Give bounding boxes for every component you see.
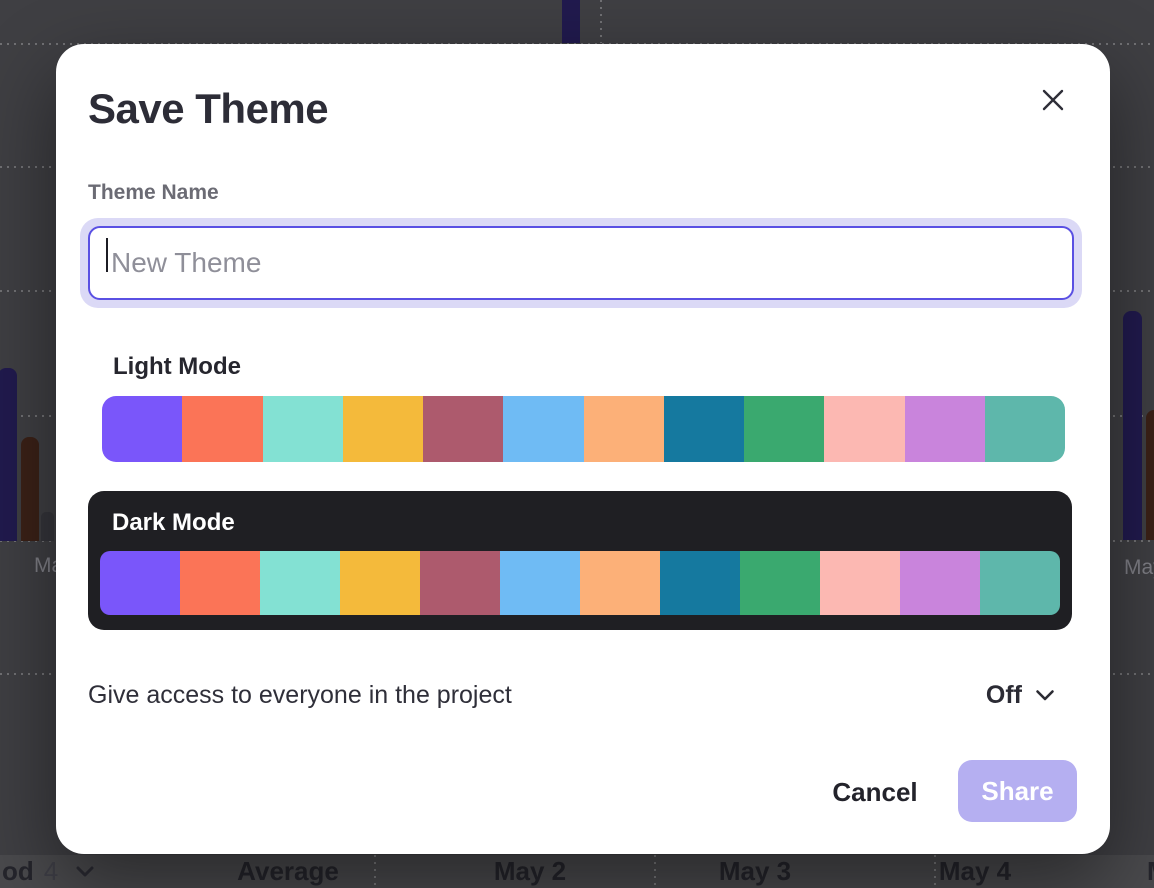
color-swatch (423, 396, 503, 462)
access-value: Off (986, 681, 1022, 710)
column-divider (374, 855, 376, 888)
text-caret (106, 238, 108, 272)
period-label: od (2, 855, 34, 888)
color-swatch (905, 396, 985, 462)
color-swatch (820, 551, 900, 615)
light-mode-palette (102, 396, 1065, 462)
color-swatch (180, 551, 260, 615)
color-swatch (343, 396, 423, 462)
chart-bar (21, 437, 39, 541)
color-swatch (985, 396, 1065, 462)
chart-bar (1123, 311, 1142, 540)
theme-name-label: Theme Name (88, 181, 219, 205)
dark-mode-card: Dark Mode (88, 491, 1072, 630)
color-swatch (500, 551, 580, 615)
column-header-may4: May 4 (939, 855, 1011, 888)
dark-mode-label: Dark Mode (112, 509, 235, 537)
save-theme-dialog: Save Theme Theme Name Light Mode Dark Mo… (56, 44, 1110, 854)
chart-bar (1146, 410, 1154, 540)
column-divider (934, 855, 936, 888)
chart-bar (562, 0, 580, 43)
theme-name-focus-ring (80, 218, 1082, 308)
chart-bar (0, 368, 17, 541)
color-swatch (584, 396, 664, 462)
column-divider (654, 855, 656, 888)
access-label: Give access to everyone in the project (88, 679, 512, 711)
chevron-down-icon (1035, 689, 1055, 702)
color-swatch (503, 396, 583, 462)
color-swatch (263, 396, 343, 462)
column-header-clipped: M (1147, 855, 1154, 888)
color-swatch (100, 551, 180, 615)
color-swatch (580, 551, 660, 615)
column-header-average: Average (237, 855, 339, 888)
color-swatch (744, 396, 824, 462)
close-icon (1041, 88, 1065, 112)
x-axis-label: May (1124, 556, 1154, 580)
dark-mode-palette (100, 551, 1060, 615)
gridline-vertical (600, 0, 602, 43)
color-swatch (664, 396, 744, 462)
cancel-button[interactable]: Cancel (810, 762, 940, 822)
color-swatch (182, 396, 262, 462)
chart-bar (41, 512, 54, 541)
color-swatch (420, 551, 500, 615)
table-footer-strip: od 4 Average May 2 May 3 May 4 M (0, 855, 1154, 888)
screen: May May od 4 Average May 2 May 3 May 4 M (0, 0, 1154, 888)
column-header-may2: May 2 (494, 855, 566, 888)
theme-name-input[interactable] (88, 226, 1074, 300)
color-swatch (740, 551, 820, 615)
color-swatch (340, 551, 420, 615)
column-header-may3: May 3 (719, 855, 791, 888)
period-value: 4 (44, 855, 58, 888)
chevron-down-icon (76, 866, 94, 878)
color-swatch (900, 551, 980, 615)
color-swatch (824, 396, 904, 462)
period-dropdown[interactable]: od 4 (0, 855, 94, 888)
color-swatch (260, 551, 340, 615)
color-swatch (980, 551, 1060, 615)
light-mode-label: Light Mode (113, 353, 241, 381)
share-button[interactable]: Share (958, 760, 1077, 822)
color-swatch (660, 551, 740, 615)
dialog-title: Save Theme (88, 86, 328, 132)
access-dropdown[interactable]: Off (986, 677, 1055, 713)
color-swatch (102, 396, 182, 462)
close-button[interactable] (1031, 78, 1075, 122)
